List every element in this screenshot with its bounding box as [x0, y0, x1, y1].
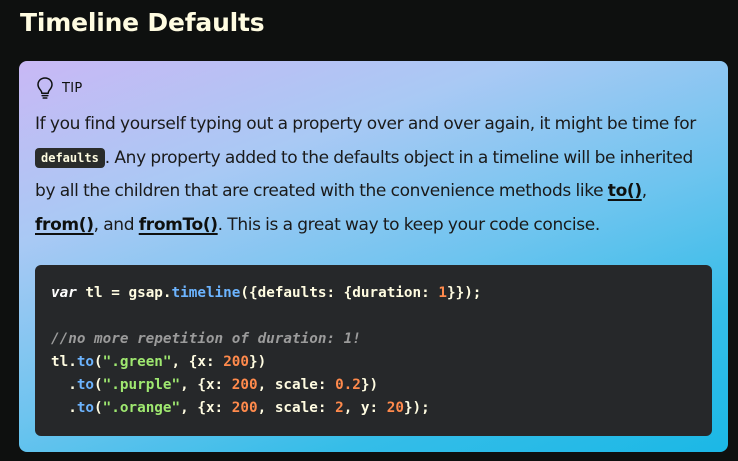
- code-text: .: [51, 400, 77, 416]
- code-number: 200: [231, 377, 258, 393]
- code-text: (: [94, 400, 103, 416]
- code-number: 0.2: [335, 377, 361, 393]
- code-text: ({defaults: {duration:: [240, 285, 439, 301]
- code-text: , y:: [343, 400, 387, 416]
- code-text: }): [360, 377, 379, 393]
- tip-text-2: . Any property added to the defaults obj…: [35, 147, 693, 202]
- lightbulb-icon: [36, 76, 54, 100]
- code-text: .: [51, 377, 77, 393]
- code-number: 1: [438, 285, 447, 301]
- code-text: tl = gsap.: [76, 285, 172, 301]
- tip-label: TIP: [62, 80, 83, 96]
- tip-text-1: If you find yourself typing out a proper…: [35, 114, 696, 134]
- tip-body: If you find yourself typing out a proper…: [35, 108, 715, 242]
- code-function: to: [76, 377, 95, 393]
- code-text: , {x:: [180, 377, 232, 393]
- code-function: to: [76, 400, 95, 416]
- tip-sep-1: ,: [641, 181, 647, 201]
- code-string: ".purple": [102, 377, 181, 393]
- tip-header: TIP: [36, 76, 83, 100]
- tip-paragraph: If you find yourself typing out a proper…: [35, 108, 715, 242]
- code-line-1: var tl = gsap.timeline({defaults: {durat…: [51, 282, 712, 305]
- code-text: , {x:: [180, 400, 232, 416]
- code-text: tl.: [51, 354, 77, 370]
- link-to[interactable]: to(): [608, 181, 642, 201]
- code-text: , scale:: [257, 377, 336, 393]
- code-number: 200: [231, 400, 258, 416]
- code-function: timeline: [171, 285, 241, 301]
- link-from[interactable]: from(): [35, 215, 94, 235]
- code-string: ".orange": [102, 400, 181, 416]
- code-text: , {x:: [171, 354, 224, 370]
- code-comment: //no more repetition of duration: 1!: [51, 331, 361, 347]
- code-line-5: .to(".purple", {x: 200, scale: 0.2}): [51, 374, 712, 397]
- code-text: });: [403, 400, 430, 416]
- code-block[interactable]: var tl = gsap.timeline({defaults: {durat…: [35, 265, 712, 436]
- code-line-6: .to(".orange", {x: 200, scale: 2, y: 20}…: [51, 397, 712, 420]
- tip-callout: TIP If you find yourself typing out a pr…: [19, 61, 728, 452]
- code-text: , scale:: [257, 400, 336, 416]
- code-string: ".green": [102, 354, 172, 370]
- code-line-4: tl.to(".green", {x: 200}): [51, 351, 712, 374]
- code-function: to: [76, 354, 95, 370]
- inline-code-defaults: defaults: [35, 147, 105, 168]
- page-title: Timeline Defaults: [20, 8, 265, 37]
- code-text: (: [94, 377, 103, 393]
- code-text: (: [94, 354, 103, 370]
- code-text: }});: [446, 285, 482, 301]
- code-number: 2: [335, 400, 344, 416]
- code-keyword: var: [51, 285, 77, 301]
- code-text: }): [249, 354, 267, 370]
- code-content: var tl = gsap.timeline({defaults: {durat…: [51, 282, 712, 420]
- code-number: 20: [386, 400, 404, 416]
- link-fromto[interactable]: fromTo(): [139, 215, 218, 235]
- tip-sep-2: , and: [93, 214, 139, 235]
- code-number: 200: [223, 354, 250, 370]
- code-line-3: //no more repetition of duration: 1!: [51, 328, 712, 351]
- tip-text-3: . This is a great way to keep your code …: [217, 214, 601, 235]
